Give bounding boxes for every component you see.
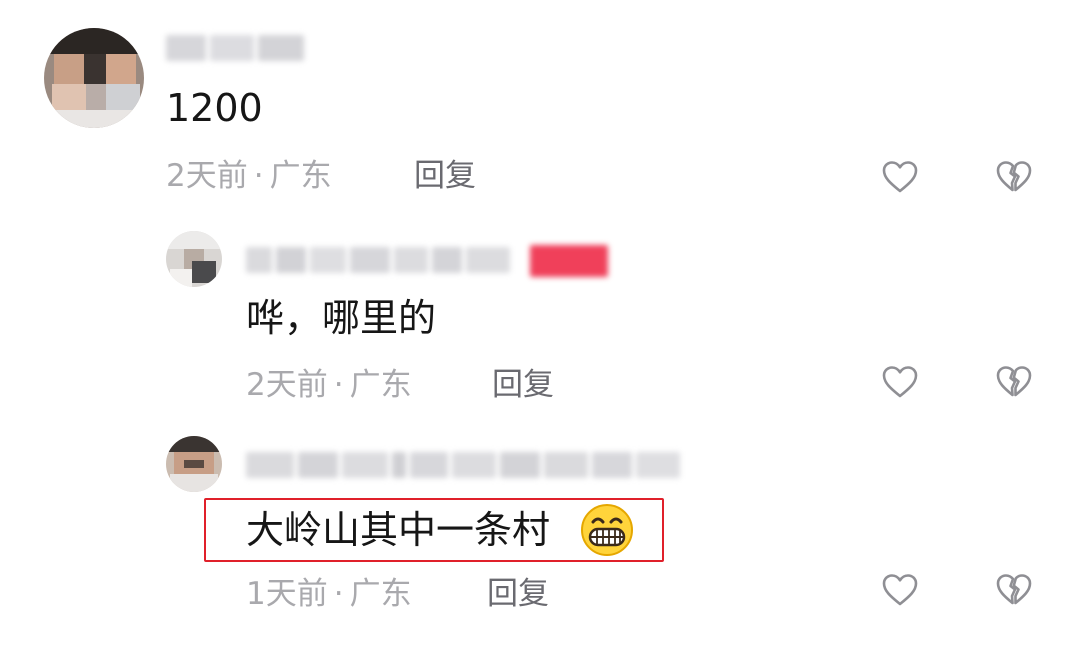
username-blurred[interactable] [246, 452, 708, 478]
dislike-button[interactable] [994, 157, 1034, 197]
comment-location: 广东 [349, 576, 412, 612]
comment-text: 大岭山其中一条村 [246, 508, 551, 552]
broken-heart-icon [996, 366, 1032, 397]
heart-outline-icon [882, 366, 918, 398]
avatar[interactable] [166, 436, 222, 492]
comment-time: 1天前 [246, 576, 328, 612]
meta-separator: · [333, 576, 344, 612]
comment-meta: 2天前 · 广东 [246, 370, 412, 401]
broken-heart-icon [996, 161, 1032, 192]
dislike-button[interactable] [994, 570, 1034, 610]
comment-thread: 1200 2天前 · 广东 回复 哗，哪里的 2天前 · 广东 回复 大岭山其中… [0, 0, 1080, 645]
broken-heart-icon [996, 574, 1032, 605]
avatar[interactable] [166, 231, 222, 287]
reply-button[interactable]: 回复 [414, 161, 476, 192]
like-button[interactable] [880, 157, 920, 197]
comment-time: 2天前 [166, 158, 248, 194]
comment-meta: 2天前 · 广东 [166, 161, 332, 192]
reply-button[interactable]: 回复 [487, 579, 549, 610]
like-button[interactable] [880, 362, 920, 402]
username-blurred[interactable] [166, 35, 308, 61]
comment-text: 1200 [166, 86, 263, 130]
like-button[interactable] [880, 570, 920, 610]
meta-separator: · [253, 158, 264, 194]
heart-outline-icon [882, 161, 918, 193]
heart-outline-icon [882, 574, 918, 606]
comment-text: 哗，哪里的 [246, 296, 437, 340]
avatar[interactable] [44, 28, 144, 128]
username-blurred[interactable] [246, 247, 516, 273]
meta-separator: · [333, 367, 344, 403]
comment-meta: 1天前 · 广东 [246, 579, 412, 610]
grinning-face-emoji [581, 504, 633, 556]
comment-location: 广东 [269, 158, 332, 194]
badge-blurred [530, 245, 608, 277]
dislike-button[interactable] [994, 362, 1034, 402]
reply-button[interactable]: 回复 [492, 370, 554, 401]
comment-location: 广东 [349, 367, 412, 403]
comment-time: 2天前 [246, 367, 328, 403]
